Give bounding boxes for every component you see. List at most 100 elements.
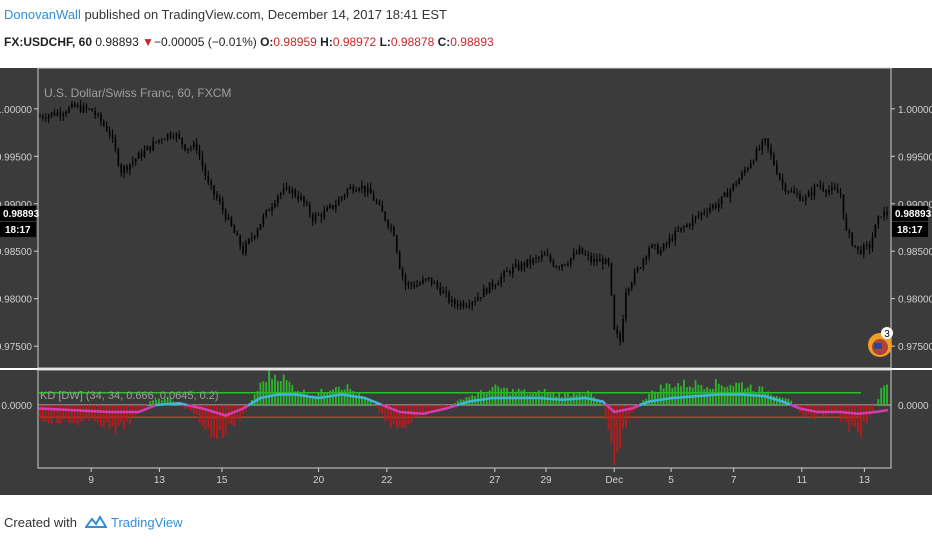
histogram-bar	[404, 405, 407, 429]
candle-body	[555, 266, 558, 268]
histogram-bar	[874, 405, 877, 406]
candle-body	[758, 148, 761, 150]
candle-body	[622, 318, 624, 342]
candle-body	[233, 225, 236, 234]
candle-body	[123, 166, 125, 173]
candle-body	[738, 178, 740, 185]
candle-body	[819, 185, 822, 187]
histogram-bar	[865, 405, 868, 425]
histogram-bar	[494, 384, 497, 405]
histogram-bar	[830, 405, 833, 415]
candle-body	[526, 259, 529, 267]
price-panel[interactable]	[0, 68, 932, 368]
candle-body	[671, 238, 674, 241]
histogram-bar	[613, 405, 616, 465]
candle-body	[633, 271, 636, 283]
candle-body	[607, 258, 610, 264]
candle-body	[471, 302, 474, 306]
candle-body	[91, 108, 94, 112]
candle-body	[575, 253, 578, 255]
candle-body	[326, 207, 328, 212]
candle-body	[746, 168, 749, 171]
candle-body	[648, 247, 650, 257]
histogram-bar	[332, 389, 334, 405]
y-tick-label: 0.98500	[898, 247, 932, 258]
histogram-bar	[712, 388, 714, 405]
candle-body	[677, 230, 679, 232]
histogram-bar	[213, 405, 215, 438]
candle-body	[514, 263, 517, 267]
low-label: L:	[379, 35, 391, 49]
candle-body	[480, 297, 482, 299]
y-tick-label: 0.99500	[898, 152, 932, 163]
candle-body	[726, 192, 729, 198]
histogram-bar	[401, 405, 404, 429]
histogram-bar	[73, 405, 76, 423]
histogram-bar	[262, 381, 265, 405]
tradingview-brand-link[interactable]: TradingView	[111, 515, 183, 530]
osc-y-tick-label: 0.0000	[1, 401, 32, 412]
candle-body	[224, 210, 227, 220]
histogram-bar	[329, 390, 331, 405]
candle-body	[166, 133, 169, 140]
candle-body	[352, 186, 355, 192]
oscillator-title: KD [DW] (34, 34, 0.666, 0.0645, 0.2)	[40, 390, 219, 402]
histogram-bar	[343, 389, 346, 405]
histogram-bar	[677, 383, 680, 405]
created-with-text: Created with	[4, 514, 77, 530]
candle-body	[358, 188, 360, 191]
candle-body	[291, 189, 294, 194]
candle-body	[706, 211, 708, 213]
author-link[interactable]: DonovanWall	[4, 7, 81, 22]
chart-area[interactable]: 1.000001.000000.995000.995000.990000.990…	[0, 65, 932, 495]
candle-body	[204, 166, 207, 176]
histogram-bar	[413, 405, 416, 418]
candle-body	[642, 259, 645, 268]
histogram-bar	[59, 405, 62, 424]
candle-body	[56, 112, 59, 116]
candle-body	[303, 196, 305, 204]
last-price: 0.98893	[95, 35, 139, 49]
histogram-bar	[68, 405, 70, 424]
candle-body	[288, 186, 291, 194]
y-tick-label: 0.99500	[0, 152, 32, 163]
histogram-bar	[375, 405, 378, 409]
histogram-bar	[723, 387, 726, 405]
histogram-bar	[880, 387, 883, 405]
candle-body	[616, 329, 619, 334]
candle-body	[103, 121, 105, 126]
candle-body	[741, 172, 743, 179]
candle-body	[262, 215, 265, 225]
candle-body	[340, 196, 343, 200]
candle-body	[883, 211, 885, 217]
candle-body	[781, 178, 784, 185]
candle-body	[105, 125, 108, 132]
histogram-bar	[543, 388, 546, 405]
histogram-bar	[477, 392, 479, 405]
quote-line: FX:USDCHF, 60 0.98893 ▼−0.00005 (−0.01%)…	[4, 35, 494, 49]
candle-body	[535, 257, 537, 259]
candle-body	[207, 175, 210, 183]
candle-body	[422, 279, 424, 284]
y-tick-label: 0.97500	[0, 342, 32, 353]
candle-body	[236, 233, 239, 236]
x-tick-label: 13	[154, 475, 166, 486]
last-price-label: 0.98893	[895, 209, 932, 220]
candle-body	[427, 277, 430, 279]
candle-body	[187, 148, 189, 151]
candle-body	[773, 154, 775, 165]
candle-body	[700, 212, 703, 216]
candle-body	[172, 136, 175, 138]
candle-body	[509, 271, 511, 274]
oscillator-panel[interactable]	[0, 370, 932, 468]
y-tick-label: 1.00000	[0, 105, 32, 116]
price-change: −0.00005 (−0.01%)	[153, 35, 257, 49]
candle-body	[630, 282, 633, 289]
candle-body	[857, 246, 859, 250]
histogram-bar	[105, 405, 108, 423]
candle-body	[503, 271, 505, 277]
candle-body	[587, 254, 590, 256]
histogram-bar	[743, 388, 746, 405]
y-tick-label: 1.00000	[898, 105, 932, 116]
candle-body	[628, 288, 630, 293]
